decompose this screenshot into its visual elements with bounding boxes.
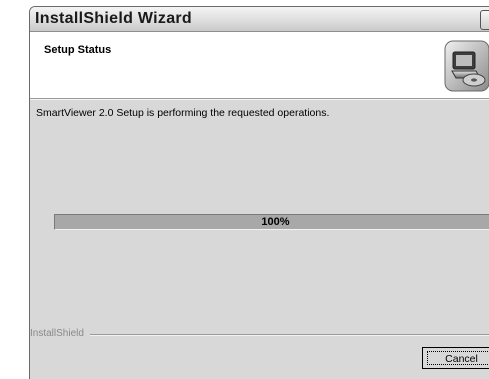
brand-label: InstallShield	[30, 327, 90, 341]
setup-computer-icon	[444, 40, 489, 92]
page-title: Setup Status	[44, 44, 112, 56]
divider-line	[30, 334, 489, 336]
window-title: InstallShield Wizard	[35, 10, 192, 27]
progress-bar: 100%	[54, 214, 489, 230]
brand-divider: InstallShield	[30, 327, 489, 341]
wizard-header: Setup Status	[30, 32, 489, 99]
installshield-window: InstallShield Wizard Setup Status SmartV…	[29, 6, 489, 379]
title-bar-button[interactable]	[480, 10, 489, 30]
cancel-button[interactable]: Cancel	[422, 347, 489, 369]
header-divider	[30, 99, 489, 100]
title-bar[interactable]: InstallShield Wizard	[30, 7, 489, 32]
cancel-button-label: Cancel	[427, 351, 489, 365]
progress-label: 100%	[261, 216, 290, 228]
status-message: SmartViewer 2.0 Setup is performing the …	[36, 107, 330, 119]
